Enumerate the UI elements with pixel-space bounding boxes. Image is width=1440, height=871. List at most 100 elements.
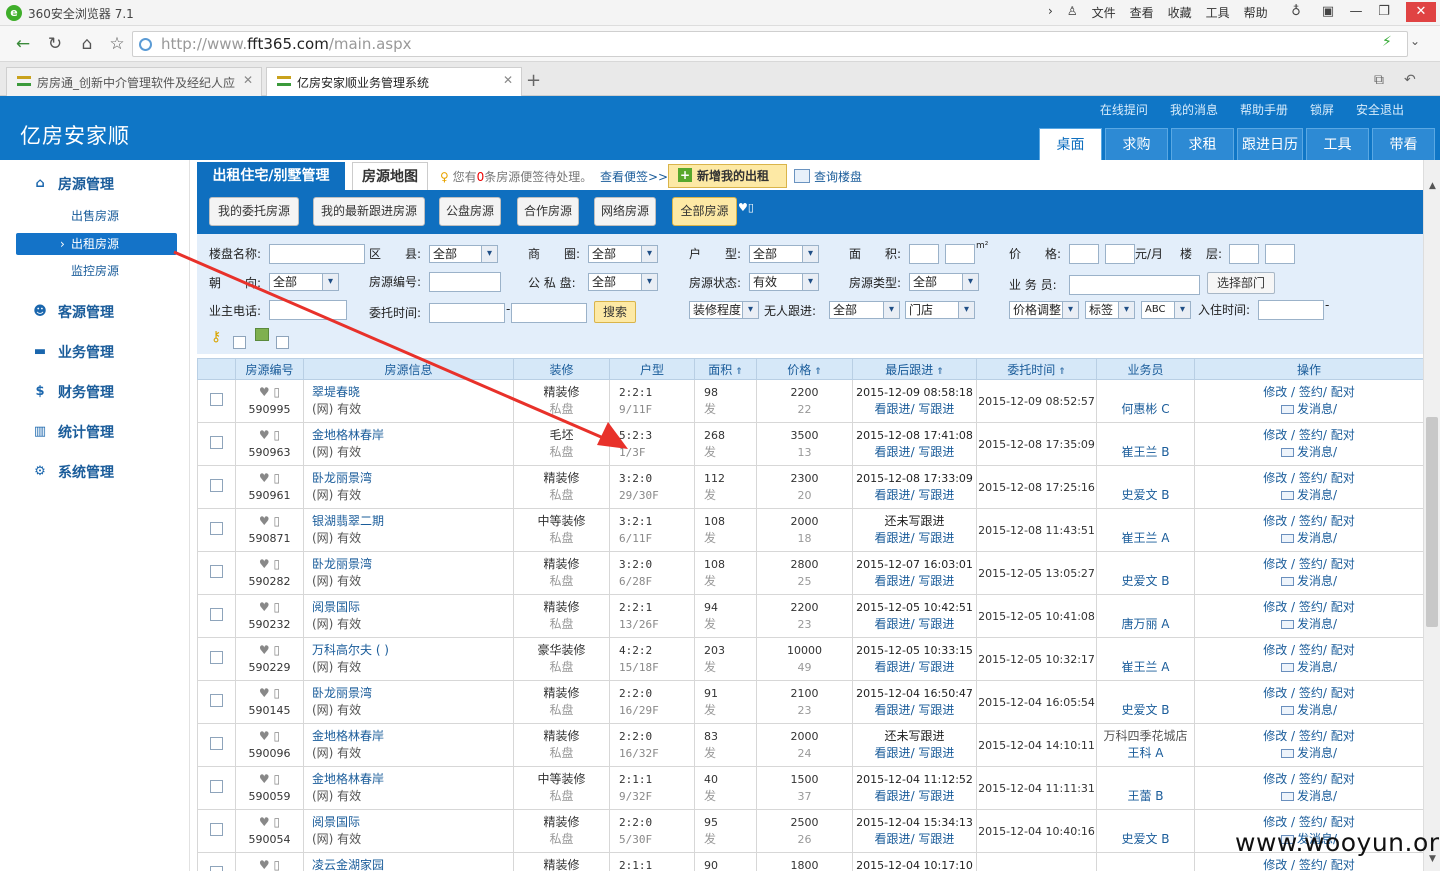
write-follow-link[interactable]: 写跟进 (918, 832, 954, 846)
tab-property-map[interactable]: 房源地图 (352, 162, 428, 190)
write-follow-link[interactable]: 写跟进 (918, 746, 954, 760)
menu-help[interactable]: 帮助 (1244, 4, 1268, 21)
contract-link[interactable]: 签约 (1299, 600, 1323, 614)
orient-select[interactable]: 全部 (269, 273, 339, 291)
view-follow-link[interactable]: 看跟进 (875, 660, 911, 674)
property-name-link[interactable]: 翠堤春晓 (312, 384, 513, 401)
tab-tools[interactable]: 工具 (1306, 128, 1369, 160)
agent-name[interactable]: 崔王兰 A (1098, 530, 1194, 547)
star-icon[interactable]: ☆ (104, 32, 130, 56)
send-message-link[interactable]: 发消息 (1297, 531, 1333, 545)
write-follow-link[interactable]: 写跟进 (918, 488, 954, 502)
contract-link[interactable]: 签约 (1299, 643, 1323, 657)
price-adjust-select[interactable]: 价格调整 (1009, 301, 1079, 319)
user-icon[interactable]: ♙ (1067, 4, 1078, 21)
match-link[interactable]: 配对 (1331, 514, 1355, 528)
browser-tab-1[interactable]: 房房通_创新中介管理软件及经纪人应 ✕ (6, 67, 262, 96)
send-message-link[interactable]: 发消息 (1297, 445, 1333, 459)
edit-link[interactable]: 修改 (1263, 514, 1287, 528)
circle-select[interactable]: 全部 (588, 245, 658, 263)
speed-mode-icon[interactable]: ⚡ (1382, 34, 1392, 50)
match-link[interactable]: 配对 (1331, 385, 1355, 399)
edit-link[interactable]: 修改 (1263, 643, 1287, 657)
close-tab-icon[interactable]: ✕ (503, 73, 513, 87)
type-select[interactable]: 全部 (909, 273, 979, 291)
layout-select[interactable]: 全部 (749, 245, 819, 263)
send-message-link[interactable]: 发消息 (1297, 789, 1333, 803)
cooperation-button[interactable]: 合作房源 (517, 197, 579, 226)
menu-view[interactable]: 查看 (1130, 4, 1154, 21)
property-name-link[interactable]: 阅景国际 (312, 814, 513, 831)
key-icon[interactable]: ⚷ (211, 329, 221, 345)
match-link[interactable]: 配对 (1331, 643, 1355, 657)
sidebar-group-property[interactable]: ⌂ 房源管理 (32, 174, 114, 194)
status-select[interactable]: 有效 (749, 273, 819, 291)
maximize-icon[interactable]: ❐ (1372, 2, 1396, 22)
row-checkbox[interactable] (210, 608, 223, 621)
write-follow-link[interactable]: 写跟进 (918, 703, 954, 717)
col-price[interactable]: 价格 (756, 358, 853, 380)
property-code[interactable]: 590054 (237, 831, 303, 848)
sidebar-item-sale[interactable]: 出售房源 (16, 205, 177, 227)
menu-tools[interactable]: 工具 (1206, 4, 1230, 21)
district-select[interactable]: 全部 (429, 245, 498, 263)
send-message-link[interactable]: 发消息 (1297, 746, 1333, 760)
row-checkbox[interactable] (210, 737, 223, 750)
contract-link[interactable]: 签约 (1299, 729, 1323, 743)
contract-link[interactable]: 签约 (1299, 815, 1323, 829)
agent-name[interactable]: 唐万丽 A (1098, 616, 1194, 633)
close-tab-icon[interactable]: ✕ (243, 73, 253, 87)
chevron-down-icon[interactable]: ⌄ (1410, 34, 1420, 48)
contract-link[interactable]: 签约 (1299, 858, 1323, 871)
property-name-link[interactable]: 卧龙丽景湾 (312, 685, 513, 702)
view-follow-link[interactable]: 看跟进 (875, 574, 911, 588)
contract-link[interactable]: 签约 (1299, 385, 1323, 399)
sidebar-item-rent[interactable]: 出租房源 (16, 233, 177, 255)
property-code[interactable]: 590871 (237, 530, 303, 547)
write-follow-link[interactable]: 写跟进 (918, 660, 954, 674)
send-message-link[interactable]: 发消息 (1297, 574, 1333, 588)
write-follow-link[interactable]: 写跟进 (918, 617, 954, 631)
view-notes-link[interactable]: 查看便签>> (600, 168, 668, 185)
agent-name[interactable]: 王蕾 B (1098, 788, 1194, 805)
match-link[interactable]: 配对 (1331, 772, 1355, 786)
entrust-end-input[interactable] (511, 303, 587, 323)
col-area[interactable]: 面积 (694, 358, 757, 380)
property-name-link[interactable]: 金地格林春岸 (312, 427, 513, 444)
tab-rent[interactable]: 求租 (1171, 128, 1234, 160)
add-rental-button[interactable]: 新增我的出租 (668, 164, 787, 188)
sidebar-group-system[interactable]: ⚙ 系统管理 (32, 462, 114, 482)
sidebar-group-clients[interactable]: ☻ 客源管理 (32, 302, 114, 322)
sidebar-item-monitor[interactable]: 监控房源 (16, 260, 177, 282)
key-checkbox[interactable] (233, 336, 246, 349)
code-input[interactable] (429, 272, 501, 292)
medal-icon[interactable]: ♁ (1284, 2, 1308, 22)
contract-link[interactable]: 签约 (1299, 471, 1323, 485)
link-my-messages[interactable]: 我的消息 (1170, 101, 1218, 118)
public-select[interactable]: 全部 (588, 273, 658, 291)
browser-tab-2[interactable]: 亿房安家顺业务管理系统 ✕ (266, 67, 522, 96)
minimize-icon[interactable]: — (1344, 2, 1368, 22)
nofollow-select[interactable]: 全部 (829, 301, 900, 319)
property-name-link[interactable]: 凌云金湖家园 (312, 857, 513, 871)
edit-link[interactable]: 修改 (1263, 686, 1287, 700)
contract-link[interactable]: 签约 (1299, 772, 1323, 786)
sidebar-group-stats[interactable]: ▥ 统计管理 (32, 422, 114, 442)
match-link[interactable]: 配对 (1331, 428, 1355, 442)
col-code[interactable]: 房源编号 (235, 358, 304, 380)
abc-select[interactable]: ABC (1141, 301, 1191, 319)
edit-link[interactable]: 修改 (1263, 600, 1287, 614)
send-message-link[interactable]: 发消息 (1297, 488, 1333, 502)
property-code[interactable]: 590229 (237, 659, 303, 676)
query-estate-link[interactable]: 查询楼盘 (794, 168, 862, 185)
property-name-link[interactable]: 阅景国际 (312, 599, 513, 616)
property-code[interactable]: 590282 (237, 573, 303, 590)
match-link[interactable]: 配对 (1331, 858, 1355, 871)
agent-name[interactable]: 史爱文 B (1098, 573, 1194, 590)
contract-link[interactable]: 签约 (1299, 557, 1323, 571)
view-follow-link[interactable]: 看跟进 (875, 488, 911, 502)
row-checkbox[interactable] (210, 866, 223, 871)
property-code[interactable]: 590145 (237, 702, 303, 719)
back-icon[interactable]: ← (10, 32, 36, 56)
row-checkbox[interactable] (210, 393, 223, 406)
